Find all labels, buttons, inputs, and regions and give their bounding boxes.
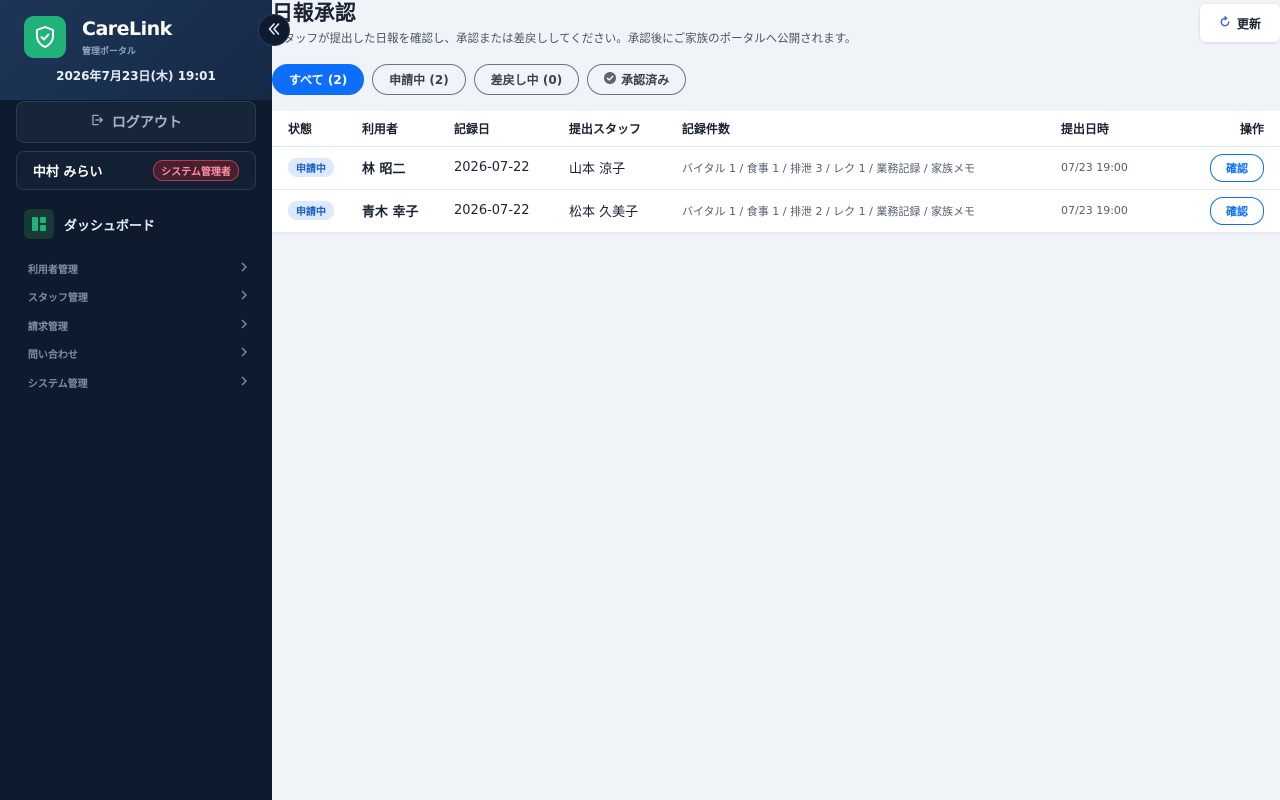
submitted-cell: 07/23 19:00 (1061, 189, 1191, 233)
filter-label: 承認済み (621, 73, 670, 87)
check-circle-icon (604, 72, 617, 87)
dashboard-label: ダッシュボード (64, 218, 156, 234)
counts-cell: バイタル 1 / 食事 1 / 排泄 2 / レク 1 / 業務記録 / 家族メ… (682, 189, 1061, 233)
user-cell: 林 昭二 (362, 146, 454, 190)
confirm-button[interactable]: 確認 (1210, 153, 1264, 182)
counts-cell: バイタル 1 / 食事 1 / 排泄 3 / レク 1 / 業務記録 / 家族メ… (682, 146, 1061, 190)
column-header-actions: 操作 (1191, 111, 1280, 147)
refresh-icon (1219, 15, 1231, 31)
sidebar: CareLink 管理ポータル 2026年7月23日(木) 19:01 ログアウ… (0, 0, 272, 800)
user-cell: 青木 幸子 (362, 189, 454, 233)
chevron-right-icon (240, 376, 248, 389)
double-chevron-left-icon (267, 21, 281, 40)
logout-button[interactable]: ログアウト (16, 101, 256, 143)
filter-pending[interactable]: 申請中 (2) (372, 64, 466, 95)
table-row[interactable]: 申請中 林 昭二 2026-07-22 山本 涼子 バイタル 1 / 食事 1 … (272, 146, 1280, 190)
dashboard-icon (24, 209, 54, 239)
role-badge: システム管理者 (153, 160, 239, 181)
chevron-right-icon (240, 262, 248, 275)
nav-item-users[interactable]: 利用者管理 (16, 254, 256, 283)
refresh-label: 更新 (1236, 16, 1261, 31)
sidebar-header: CareLink 管理ポータル 2026年7月23日(木) 19:01 (0, 0, 272, 100)
user-name: 中村 みらい (33, 165, 103, 180)
nav-dashboard[interactable]: ダッシュボード (24, 209, 155, 239)
nav-item-label: 請求管理 (28, 321, 68, 333)
current-user: 中村 みらい システム管理者 (16, 151, 256, 190)
table-row[interactable]: 申請中 青木 幸子 2026-07-22 松本 久美子 バイタル 1 / 食事 … (272, 189, 1280, 233)
nav-item-label: システム管理 (28, 378, 88, 390)
nav-item-label: 問い合わせ (28, 350, 78, 362)
staff-cell: 松本 久美子 (569, 189, 682, 233)
refresh-button[interactable]: 更新 (1200, 4, 1280, 42)
chevron-right-icon (240, 319, 248, 332)
page-description: スタッフが提出した日報を確認し、承認または差戻ししてください。承認後にご家族のポ… (272, 31, 857, 45)
column-header-status[interactable]: 状態 (272, 111, 362, 147)
filter-label: 申請中 (2) (389, 73, 449, 87)
nav-item-staff[interactable]: スタッフ管理 (16, 283, 256, 312)
status-badge: 申請中 (288, 158, 334, 177)
submitted-cell: 07/23 19:00 (1061, 146, 1191, 190)
filter-label: すべて (2) (289, 73, 348, 87)
chevron-right-icon (240, 347, 248, 360)
app-subtitle: 管理ポータル (82, 47, 137, 57)
column-header-counts[interactable]: 記録件数 (682, 111, 1061, 147)
filter-label: 差戻し中 (0) (490, 73, 563, 87)
nav-item-billing[interactable]: 請求管理 (16, 311, 256, 340)
nav-item-system[interactable]: システム管理 (16, 368, 256, 397)
logout-label: ログアウト (112, 115, 182, 131)
status-filter-tabs: すべて (2) 申請中 (2) 差戻し中 (0) 承認済み (272, 64, 687, 95)
date-cell: 2026-07-22 (454, 146, 569, 190)
filter-approved[interactable]: 承認済み (587, 64, 687, 95)
confirm-button[interactable]: 確認 (1210, 196, 1264, 225)
collapse-sidebar-button[interactable] (258, 14, 290, 46)
table-header-row: 状態 利用者 記録日 提出スタッフ 記録件数 提出日時 操作 (272, 111, 1280, 147)
date-cell: 2026-07-22 (454, 189, 569, 233)
daily-report-table: 状態 利用者 記録日 提出スタッフ 記録件数 提出日時 操作 申請中 林 昭二 … (272, 111, 1280, 233)
current-datetime: 2026年7月23日(木) 19:01 (56, 69, 216, 83)
column-header-user[interactable]: 利用者 (362, 111, 454, 147)
nav-item-inquiries[interactable]: 問い合わせ (16, 340, 256, 369)
staff-cell: 山本 涼子 (569, 146, 682, 190)
filter-returned[interactable]: 差戻し中 (0) (473, 64, 580, 95)
logout-icon (90, 113, 104, 131)
column-header-staff[interactable]: 提出スタッフ (569, 111, 682, 147)
filter-all[interactable]: すべて (2) (272, 64, 365, 95)
nav-item-label: 利用者管理 (28, 264, 78, 276)
main-content: 日報承認 スタッフが提出した日報を確認し、承認または差戻ししてください。承認後に… (272, 0, 1280, 800)
status-badge: 申請中 (288, 201, 334, 220)
column-header-date[interactable]: 記録日 (454, 111, 569, 147)
shield-check-icon (24, 16, 66, 58)
column-header-submitted[interactable]: 提出日時 (1061, 111, 1191, 147)
nav-item-label: スタッフ管理 (28, 293, 88, 305)
app-name: CareLink (82, 18, 172, 40)
chevron-right-icon (240, 290, 248, 303)
sidebar-nav: 利用者管理 スタッフ管理 請求管理 問い合わせ システム管理 (16, 254, 256, 397)
